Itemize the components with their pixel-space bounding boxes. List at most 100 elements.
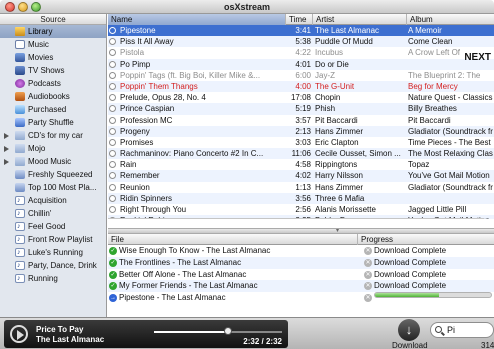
track-artist: Incubus bbox=[315, 48, 344, 58]
download-row[interactable]: ✓ My Former Friends - The Last Almanac ✕ Do… bbox=[108, 280, 494, 293]
title-bar[interactable]: osXstream bbox=[0, 0, 494, 14]
track-row[interactable]: Poppin' Tags (ft. Big Boi, Killer Mike &… bbox=[108, 70, 494, 81]
sidebar-item-mood-music[interactable]: Mood Music bbox=[0, 155, 106, 168]
sidebar-item-acquisition[interactable]: Acquisition bbox=[0, 194, 106, 207]
sidebar-item-luke-s-running[interactable]: Luke's Running bbox=[0, 246, 106, 259]
track-artist: Three 6 Mafia bbox=[315, 193, 365, 203]
track-name: Remember bbox=[120, 171, 160, 181]
source-column-header[interactable]: Source bbox=[0, 14, 106, 25]
column-header-progress[interactable]: Progress bbox=[358, 234, 494, 245]
track-status-icon bbox=[109, 105, 116, 113]
column-header-file[interactable]: File bbox=[108, 234, 358, 245]
download-row[interactable]: ✓ Better Off Alone - The Last Almanac ✕ Dow… bbox=[108, 269, 494, 281]
seek-knob[interactable] bbox=[224, 327, 233, 335]
track-time: 3:56 bbox=[295, 193, 311, 203]
track-row[interactable]: Poppin' Them Thangs 4:00 The G-Unit Beg for… bbox=[108, 80, 494, 93]
track-row[interactable]: Reunion 1:13 Hans Zimmer Gladiator (Soundtr… bbox=[108, 182, 494, 193]
track-album: Jagged Little Pill bbox=[408, 205, 467, 214]
column-header-artist[interactable]: Artist bbox=[313, 14, 407, 25]
sidebar-item-cd-s-for-my-car[interactable]: CD's for my car bbox=[0, 129, 106, 142]
download-file-name: The Frontlines - The Last Almanac bbox=[119, 257, 242, 267]
download-row[interactable]: → Pipestone - The Last Almanac ✕ bbox=[108, 292, 494, 304]
sidebar-item-freshly-squeezed[interactable]: Freshly Squeezed bbox=[0, 168, 106, 181]
track-row[interactable]: Pistola 4:22 Incubus A Crow Left Of bbox=[108, 47, 494, 58]
sidebar-item-music[interactable]: Music bbox=[0, 38, 106, 51]
search-field[interactable]: Pi bbox=[430, 322, 494, 338]
track-row[interactable]: Ridin Spinners 3:56 Three 6 Mafia bbox=[108, 192, 494, 204]
track-artist: Cecile Ousset, Simon ... bbox=[315, 149, 401, 159]
sidebar-item-party-shuffle[interactable]: Party Shuffle bbox=[0, 116, 106, 129]
sidebar-item-party-dance-drink[interactable]: Party, Dance, Drink bbox=[0, 259, 106, 272]
download-file-name: My Former Friends - The Last Almanac bbox=[119, 281, 258, 291]
sidebar-item-library[interactable]: Library bbox=[0, 25, 106, 38]
track-row[interactable]: Piss It All Away 5:38 Puddle Of Mudd Come C… bbox=[108, 36, 494, 48]
sidebar-item-label: Luke's Running bbox=[28, 248, 83, 257]
track-row[interactable]: Progeny 2:13 Hans Zimmer Gladiator (Soundtr… bbox=[108, 125, 494, 137]
track-row[interactable]: Rachmaninov: Piano Concerto #2 In C... 11… bbox=[108, 148, 494, 160]
checkmark-icon: ✓ bbox=[109, 258, 117, 267]
remove-download-icon[interactable]: ✕ bbox=[364, 294, 372, 303]
download-row[interactable]: ✓ Wise Enough To Know - The Last Almanac ✕… bbox=[108, 245, 494, 257]
sidebar-item-podcasts[interactable]: Podcasts bbox=[0, 77, 106, 90]
column-header-name[interactable]: Name bbox=[108, 14, 286, 25]
track-row[interactable]: Rain 4:58 Rippingtons Topaz bbox=[108, 159, 494, 170]
track-artist: Pit Baccardi bbox=[315, 115, 358, 125]
track-time: 17:08 bbox=[290, 93, 311, 103]
splitter-grip-icon[interactable]: ▾ bbox=[336, 228, 342, 234]
folder-icon bbox=[15, 131, 25, 140]
track-row[interactable]: Prince Caspian 5:19 Phish Billy Breathes bbox=[108, 103, 494, 115]
sidebar-item-mojo[interactable]: Mojo bbox=[0, 142, 106, 155]
track-row[interactable]: Promises 3:03 Eric Clapton Time Pieces - Th… bbox=[108, 137, 494, 148]
track-name: Prelude, Opus 28, No. 4 bbox=[120, 93, 206, 103]
disclosure-triangle-icon[interactable] bbox=[4, 146, 9, 152]
seek-bar[interactable] bbox=[154, 331, 282, 333]
track-row[interactable]: Po Pimp 4:01 Do or Die bbox=[108, 58, 494, 70]
track-album: Billy Breathes bbox=[408, 104, 457, 114]
sidebar-item-feel-good[interactable]: Feel Good bbox=[0, 220, 106, 233]
disclosure-triangle-icon[interactable] bbox=[4, 159, 9, 165]
next-button[interactable]: NEXT bbox=[464, 52, 491, 63]
playlist-icon bbox=[15, 259, 25, 272]
track-row[interactable]: Pipestone 3:41 The Last Almanac A Memoir bbox=[108, 25, 494, 37]
track-time: 4:00 bbox=[295, 81, 311, 91]
sidebar-item-label: Music bbox=[28, 40, 49, 49]
track-time: 5:38 bbox=[295, 37, 311, 47]
sidebar-item-movies[interactable]: Movies bbox=[0, 51, 106, 64]
sidebar-item-tv-shows[interactable]: TV Shows bbox=[0, 64, 106, 77]
download-row[interactable]: ✓ The Frontlines - The Last Almanac ✕ Downl… bbox=[108, 256, 494, 269]
track-row[interactable]: Remember 4:02 Harry Nilsson You've Got Mail… bbox=[108, 170, 494, 182]
zoom-window-button[interactable] bbox=[31, 2, 41, 12]
track-name: Reunion bbox=[120, 182, 150, 192]
sidebar-item-purchased[interactable]: Purchased bbox=[0, 103, 106, 116]
search-input[interactable]: Pi bbox=[447, 325, 455, 335]
remove-download-icon[interactable]: ✕ bbox=[364, 258, 372, 267]
track-row[interactable]: Profession MC 3:57 Pit Baccardi Pit Baccard… bbox=[108, 115, 494, 126]
play-button[interactable] bbox=[10, 325, 28, 343]
sidebar-item-front-row-playlist[interactable]: Front Row Playlist bbox=[0, 233, 106, 246]
remove-download-icon[interactable]: ✕ bbox=[364, 247, 372, 255]
remove-download-icon[interactable]: ✕ bbox=[364, 270, 372, 279]
remove-download-icon[interactable]: ✕ bbox=[364, 282, 372, 291]
sidebar-item-running[interactable]: Running bbox=[0, 272, 106, 285]
sidebar-item-chillin[interactable]: Chillin' bbox=[0, 207, 106, 220]
track-artist: Hans Zimmer bbox=[315, 182, 364, 192]
sidebar-item-top-100-most-pla[interactable]: Top 100 Most Pla... bbox=[0, 181, 106, 194]
track-name: Rain bbox=[120, 160, 137, 170]
sidebar-item-audiobooks[interactable]: Audiobooks bbox=[0, 90, 106, 103]
track-time: 11:06 bbox=[291, 149, 311, 159]
track-row[interactable]: Right Through You 2:56 Alanis Morissette Ja… bbox=[108, 204, 494, 215]
download-progress-text: Download Complete bbox=[374, 269, 447, 279]
track-status-icon bbox=[109, 49, 116, 57]
track-name: Profession MC bbox=[120, 115, 173, 125]
track-album: A Memoir bbox=[408, 26, 442, 35]
disclosure-triangle-icon[interactable] bbox=[4, 133, 9, 139]
track-status-icon bbox=[109, 183, 116, 191]
horizontal-scrollbar[interactable] bbox=[108, 218, 484, 219]
column-header-time[interactable]: Time bbox=[286, 14, 313, 25]
track-name: Progeny bbox=[120, 126, 150, 136]
column-header-album[interactable]: Album bbox=[407, 14, 494, 25]
close-window-button[interactable] bbox=[5, 2, 15, 12]
minimize-window-button[interactable] bbox=[18, 2, 28, 12]
download-button[interactable]: ↓ bbox=[398, 319, 420, 341]
track-row[interactable]: Prelude, Opus 28, No. 4 17:08 Chopin Nature… bbox=[108, 92, 494, 103]
